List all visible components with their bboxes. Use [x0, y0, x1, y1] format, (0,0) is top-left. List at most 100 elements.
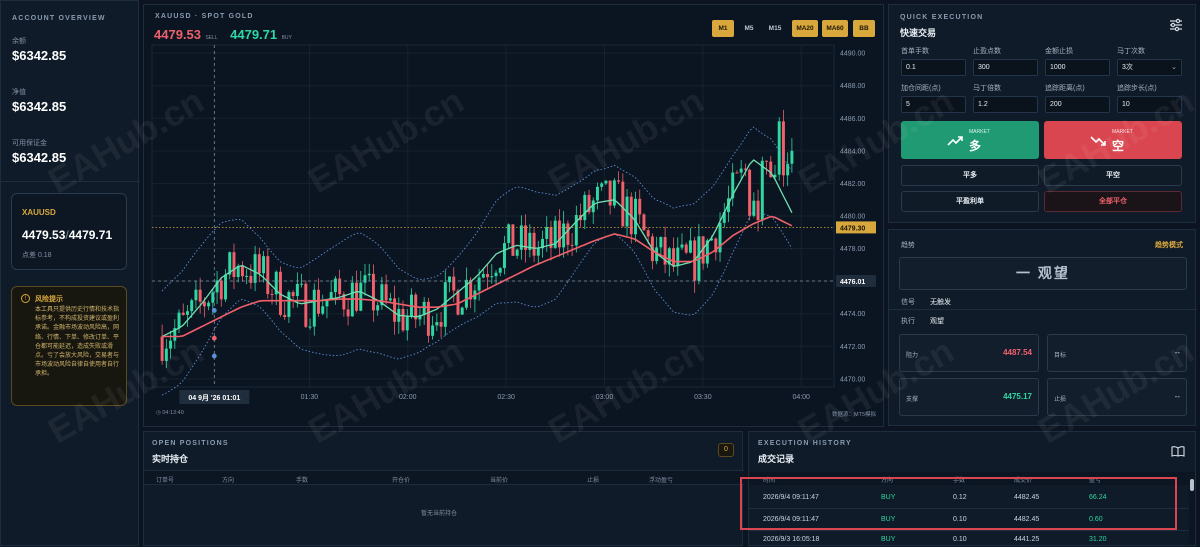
x-tick-label: 01:30: [301, 394, 319, 401]
candle: [566, 223, 570, 245]
candle: [211, 292, 215, 303]
candle: [291, 292, 295, 297]
row-price: 4482.45: [1014, 516, 1040, 523]
settings-sliders-icon[interactable]: [1169, 18, 1183, 37]
col-current-price: 当前价: [490, 478, 509, 484]
history-title: EXECUTION HISTORY: [758, 440, 852, 447]
table-row[interactable]: 2026/9/4 09:11:47 BUY 0.12 4482.45 66.24: [749, 487, 1189, 509]
lots-input[interactable]: 0.1: [901, 59, 966, 76]
symbol-name: XAUUSD: [22, 208, 56, 217]
market-sell-button[interactable]: MARKET 空: [1044, 121, 1182, 159]
crosshair-price-text: 4476.01: [840, 279, 865, 286]
candle: [756, 200, 760, 221]
row-time: 2026/9/4 09:11:47: [763, 494, 819, 501]
candle: [333, 278, 337, 293]
candle: [359, 282, 363, 311]
candle: [672, 248, 676, 267]
row-time: 2026/9/4 09:11:47: [763, 516, 819, 523]
symbol-bid: 4479.53: [22, 228, 66, 242]
sell-tag: MARKET: [1112, 129, 1133, 135]
candle: [777, 121, 781, 175]
x-tick-label: 02:30: [497, 394, 515, 401]
candle: [207, 302, 211, 307]
martin-count-select[interactable]: 3次 ⌄: [1117, 59, 1182, 76]
chart-panel[interactable]: XAUUSD · SPOT GOLD 4479.53 SELL 4479.71 …: [143, 4, 884, 427]
trail-step-input[interactable]: 10: [1117, 96, 1182, 113]
take-profit-input[interactable]: 300: [973, 59, 1038, 76]
add-step-input[interactable]: 5: [901, 96, 966, 113]
crosshair-time-text: 04 9月 '26 01:01: [188, 394, 240, 402]
y-tick-label: 4472.00: [840, 344, 865, 351]
close-long-button[interactable]: 平多: [901, 165, 1039, 186]
col-fill-price: 成交价: [1014, 478, 1033, 484]
candle: [574, 214, 578, 246]
candle: [287, 292, 291, 318]
candle: [684, 244, 688, 253]
account-panel: ACCOUNT OVERVIEW 余额 $6342.85 净值 $6342.85…: [0, 0, 140, 546]
col-pnl: 盈亏: [1089, 478, 1102, 484]
exec-label: 执行: [901, 318, 915, 325]
col-open-price: 开仓价: [392, 478, 411, 484]
book-icon[interactable]: [1171, 444, 1185, 462]
quick-title: QUICK EXECUTION: [900, 14, 984, 21]
y-tick-label: 4486.00: [840, 116, 865, 123]
close-short-button[interactable]: 平空: [1044, 165, 1182, 186]
close-all-button[interactable]: 全部平仓: [1044, 191, 1182, 212]
candle: [367, 273, 371, 276]
trail-distance-input[interactable]: 200: [1045, 96, 1110, 113]
x-tick-label: 04:00: [792, 394, 810, 401]
support-value: 4475.17: [1003, 392, 1032, 401]
account-title: ACCOUNT OVERVIEW: [12, 15, 106, 22]
balance-value: $6342.85: [12, 48, 67, 63]
x-tick-label: 03:30: [694, 394, 712, 401]
target-box: 目标 --: [1047, 334, 1187, 372]
candle: [452, 276, 456, 291]
close-profit-button[interactable]: 平盈利单: [901, 191, 1039, 212]
row-pnl: 31.20: [1089, 536, 1107, 543]
stop-value: --: [1174, 392, 1180, 401]
candle: [481, 273, 485, 278]
resistance-label: 阻力: [906, 353, 919, 359]
y-tick-label: 4488.00: [840, 83, 865, 90]
candle: [735, 172, 739, 174]
y-tick-label: 4484.00: [840, 148, 865, 155]
candle: [634, 198, 637, 235]
candle: [312, 289, 316, 327]
spread-label: 点差: [22, 252, 36, 259]
trend-panel: 趋势 趋势模式 一 观望 信号 无触发 执行 观望 阻力 4487.54 目标 …: [888, 229, 1197, 426]
clock-icon: ◷: [156, 410, 161, 416]
quick-execution-panel: QUICK EXECUTION 快速交易 首单手数 0.1 止盈点数 300 金…: [888, 4, 1196, 223]
chart-clock: 04:13:40: [162, 410, 184, 416]
resistance-box: 阻力 4487.54: [899, 334, 1039, 372]
symbol-card[interactable]: XAUUSD 4479.53/4479.71 点差 0.18: [11, 193, 127, 270]
price-chart[interactable]: 4490.00 4488.00 4486.00 4484.00 4482.00 4480.…: [144, 5, 885, 428]
market-buy-button[interactable]: MARKET 多: [901, 121, 1039, 159]
trend-state-box: 一 观望: [899, 257, 1187, 290]
scrollbar[interactable]: [1189, 472, 1195, 545]
field-label-tp: 止盈点数: [973, 48, 1001, 55]
warning-icon: !: [21, 294, 30, 303]
candle: [494, 272, 498, 277]
table-row[interactable]: 2026/9/4 09:11:47 BUY 0.10 4482.45 0.60: [749, 509, 1189, 531]
candle: [266, 256, 270, 295]
table-row[interactable]: 2026/9/3 16:05:18 BUY 0.10 4441.25 31.20: [749, 531, 1189, 547]
candle: [612, 180, 616, 206]
row-time: 2026/9/3 16:05:18: [763, 536, 820, 543]
row-pnl: 66.24: [1089, 494, 1107, 501]
x-tick-label: 03:00: [596, 394, 614, 401]
candle: [570, 244, 574, 246]
martin-multiplier-input[interactable]: 1.2: [973, 96, 1038, 113]
candle: [498, 268, 502, 273]
stop-loss-amount-input[interactable]: 1000: [1045, 59, 1110, 76]
stop-box: 止损 --: [1047, 378, 1187, 416]
signal-label: 信号: [901, 299, 915, 306]
row-pnl: 0.60: [1089, 516, 1103, 523]
field-label-trail-step: 追踪步长(点): [1117, 85, 1157, 92]
candle: [477, 277, 481, 291]
candle: [224, 274, 227, 300]
candle: [384, 284, 388, 301]
y-tick-label: 4490.00: [840, 51, 865, 58]
candle: [642, 214, 646, 231]
target-label: 目标: [1054, 353, 1067, 359]
candle: [739, 168, 743, 173]
